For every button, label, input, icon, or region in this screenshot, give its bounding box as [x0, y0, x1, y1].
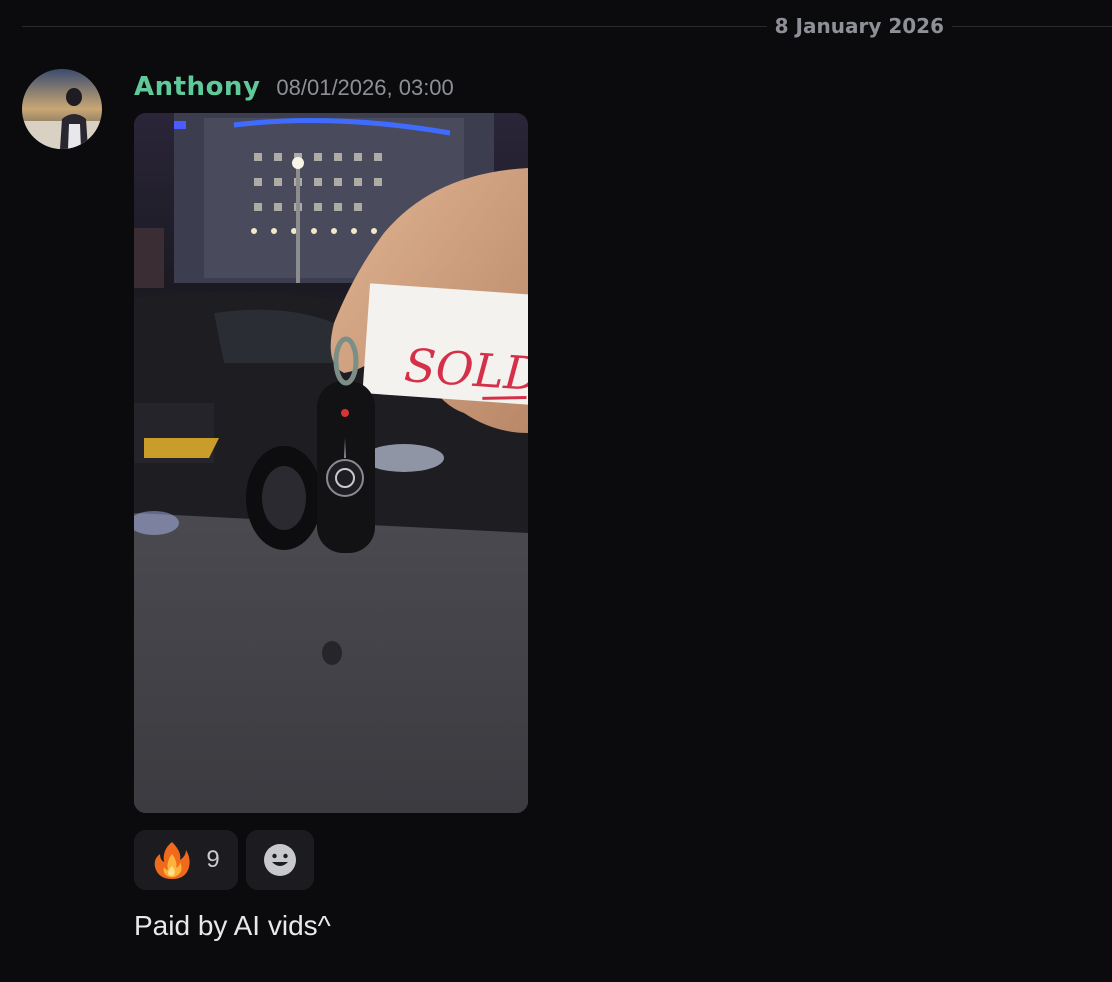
- avatar[interactable]: [22, 69, 102, 149]
- username[interactable]: Anthony: [134, 72, 260, 102]
- message-text: Paid by AI vids^: [134, 910, 331, 941]
- divider-line: [22, 25, 767, 27]
- image-attachment[interactable]: SOLD: [134, 113, 528, 813]
- divider-line: [952, 25, 1112, 27]
- message-timestamp: 08/01/2026, 03:00: [276, 75, 454, 100]
- reaction-count: 9: [206, 846, 220, 873]
- message-header: Anthony 08/01/2026, 03:00: [134, 72, 454, 106]
- date-divider: 8 January 2026: [22, 12, 1112, 40]
- fire-icon: [154, 842, 190, 879]
- reaction-fire[interactable]: 9: [134, 830, 238, 890]
- note-text: SOLD: [403, 338, 528, 401]
- date-label: 8 January 2026: [774, 14, 944, 38]
- smiley-icon: [264, 844, 296, 876]
- chat-view: 8 January 2026 Anthony 08/01/2026, 03:00: [0, 0, 1112, 982]
- avatar-image: [22, 69, 102, 149]
- attachment-photo: SOLD: [134, 113, 528, 813]
- add-reaction-button[interactable]: [246, 830, 314, 890]
- reactions-bar: 9: [134, 830, 314, 890]
